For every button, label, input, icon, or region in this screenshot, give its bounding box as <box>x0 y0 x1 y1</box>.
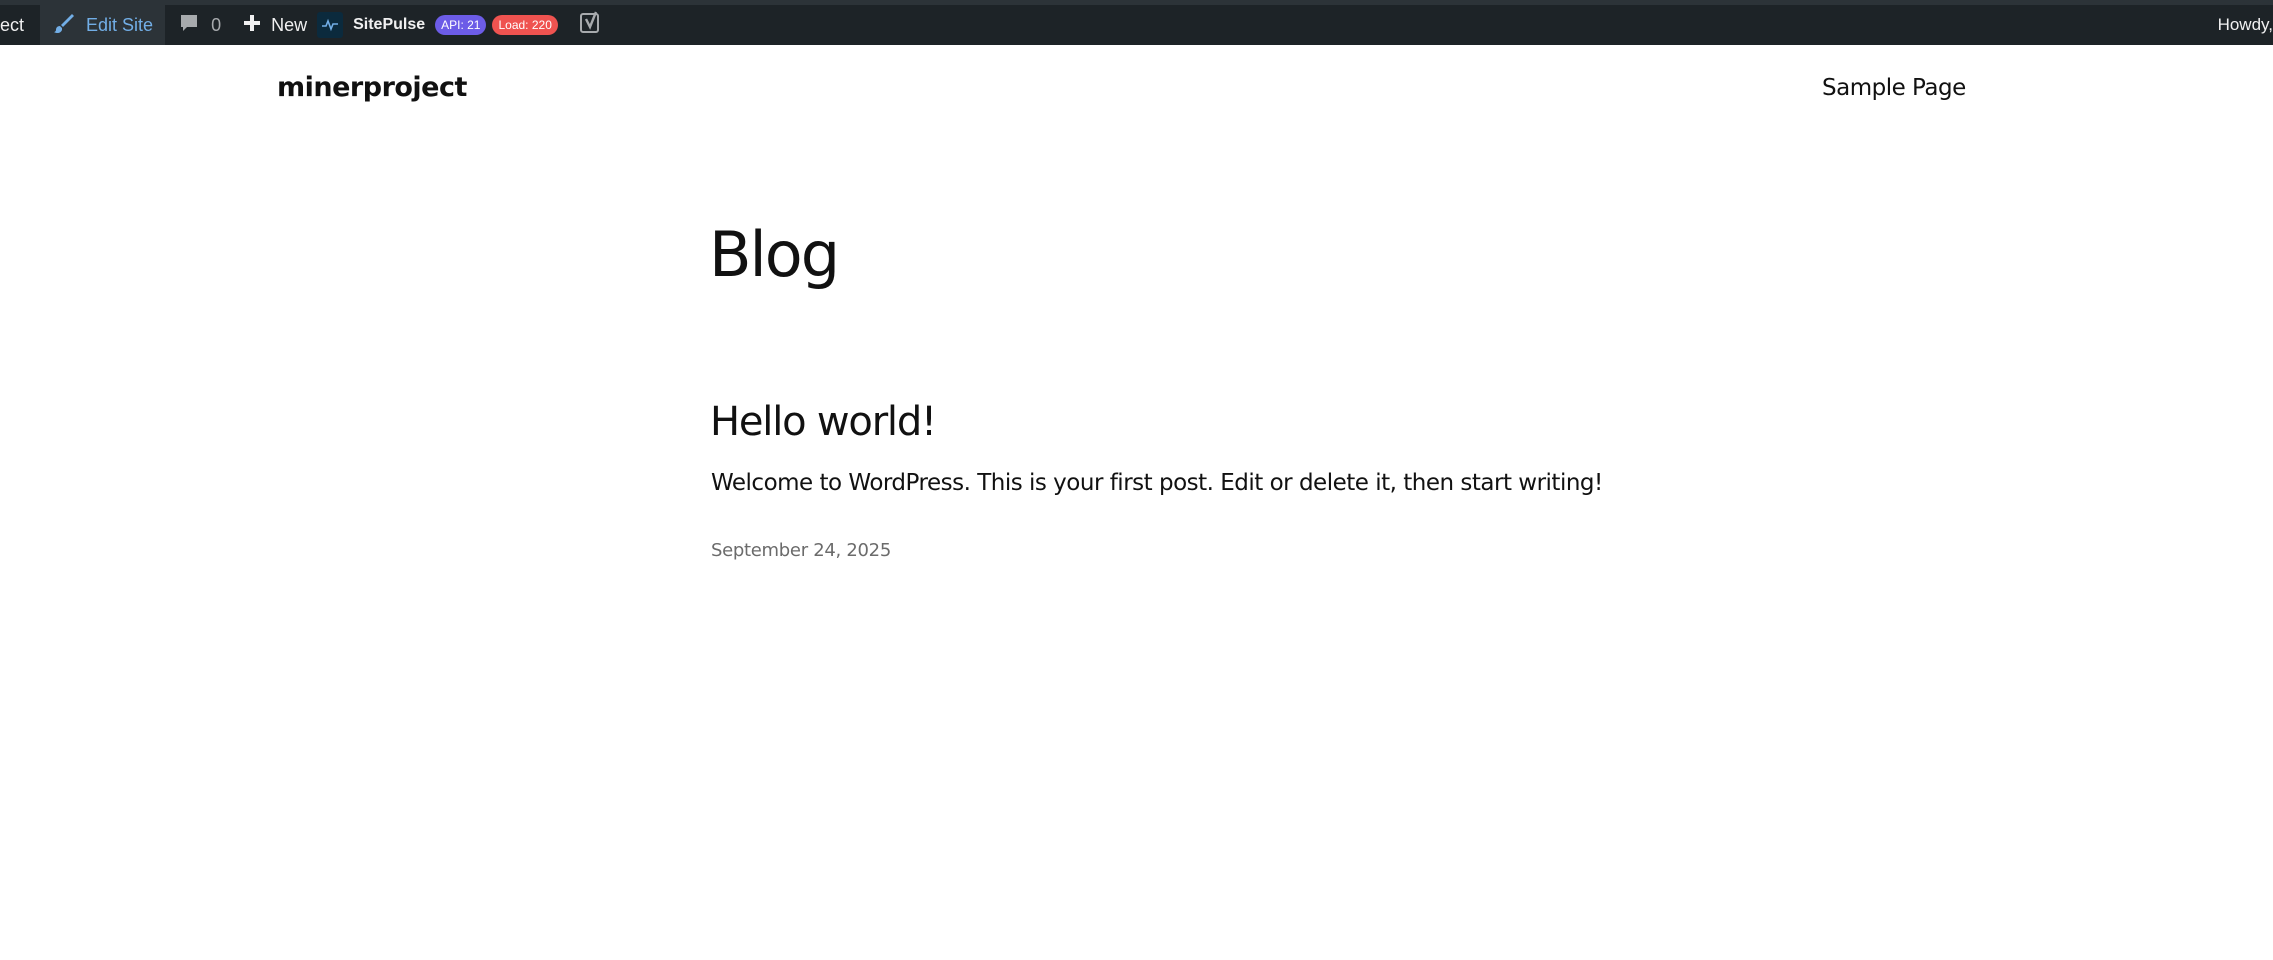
pencil-brush-icon <box>52 11 76 40</box>
comments-button[interactable]: 0 <box>165 5 235 45</box>
new-content-button[interactable]: New <box>235 5 317 45</box>
yoast-seo-menu[interactable] <box>566 5 612 45</box>
admin-bar-site-name[interactable]: ect <box>0 5 40 45</box>
post-title-link[interactable]: Hello world! <box>710 399 937 445</box>
comment-bubble-icon <box>179 13 199 38</box>
edit-site-label: Edit Site <box>86 14 154 35</box>
post-excerpt: Welcome to WordPress. This is your first… <box>711 470 1603 496</box>
sitepulse-menu[interactable]: SitePulse API: 21 Load: 220 <box>317 5 566 45</box>
api-badge: API: 21 <box>435 15 487 35</box>
site-title[interactable]: minerproject <box>277 72 467 103</box>
edit-site-button[interactable]: Edit Site <box>40 5 166 45</box>
load-badge: Load: 220 <box>492 15 558 35</box>
howdy-user-menu[interactable]: Howdy, <box>2218 5 2273 45</box>
yoast-icon <box>579 11 602 40</box>
comments-count: 0 <box>211 14 222 35</box>
page-title: Blog <box>709 218 840 291</box>
admin-bar: ect Edit Site 0 New SitePulse API: 21 Lo… <box>0 0 2273 45</box>
pulse-icon <box>317 12 344 38</box>
post-date-link[interactable]: September 24, 2025 <box>711 540 891 561</box>
new-label: New <box>271 14 308 35</box>
sitepulse-label: SitePulse <box>353 16 426 33</box>
plus-icon <box>243 14 261 37</box>
nav-item-sample-page[interactable]: Sample Page <box>1822 75 1966 101</box>
